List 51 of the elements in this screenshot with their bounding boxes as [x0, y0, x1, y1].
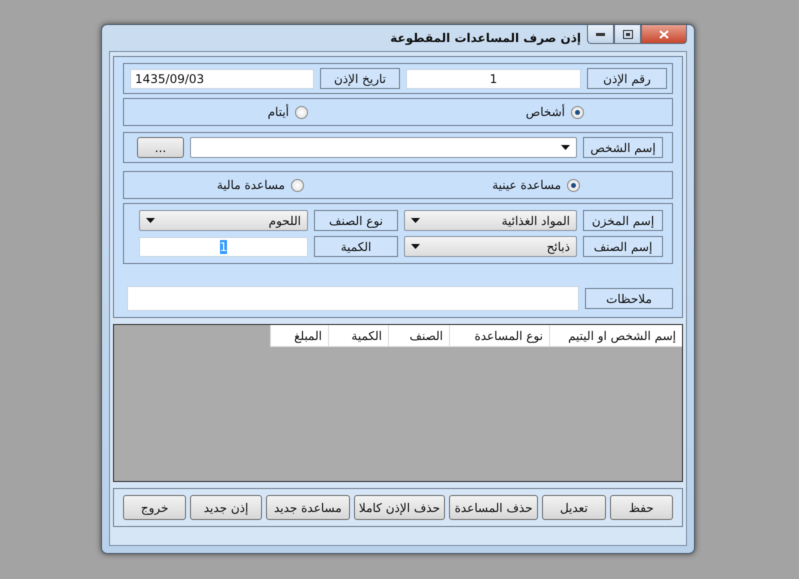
close-icon [659, 30, 669, 38]
close-button[interactable] [641, 25, 687, 44]
restore-icon [622, 30, 632, 38]
field-label: إسم الصنف [583, 236, 663, 257]
action-button[interactable]: حفظ [610, 495, 673, 520]
field-label: تاريخ الإذن [320, 68, 400, 89]
radio-button[interactable] [291, 178, 304, 192]
action-button[interactable]: إذن جديد [190, 495, 262, 520]
maximize-button[interactable] [614, 25, 641, 44]
field-label: رقم الإذن [587, 68, 667, 89]
radio-label: أشخاص [526, 105, 565, 119]
column-header[interactable]: نوع المساعدة [449, 325, 549, 346]
radio-option[interactable]: أيتام [208, 105, 308, 119]
field-label: إسم المخزن [583, 210, 663, 231]
column-header[interactable]: المبلغ [270, 325, 328, 346]
dropdown-caret-icon [411, 244, 420, 249]
permit-number-field[interactable]: 1 [406, 68, 581, 88]
radio-option[interactable]: مساعدة مالية [184, 178, 304, 192]
radio-option[interactable]: مساعدة عينية [310, 178, 580, 192]
field-label: إسم الشخص [583, 137, 663, 158]
action-button[interactable]: خروج [122, 495, 186, 520]
dropdown-caret-icon [561, 145, 570, 150]
radio-label: مساعدة عينية [492, 178, 561, 192]
dropdown-caret-icon [411, 218, 420, 223]
column-header[interactable]: إسم الشخص او اليتيم [549, 325, 682, 346]
item-type-dropdown[interactable]: اللحوم [139, 210, 308, 231]
action-button[interactable]: حذف المساعدة [449, 495, 538, 520]
minimize-button[interactable] [587, 25, 614, 44]
radio-button[interactable] [567, 178, 580, 192]
field-label: الكمية [314, 236, 398, 257]
notes-field[interactable] [127, 286, 579, 311]
minimize-icon [596, 32, 605, 36]
action-button[interactable]: مساعدة جديد [266, 495, 350, 520]
permit-date-field[interactable]: 1435/09/03 [130, 68, 314, 88]
radio-option[interactable]: أشخاص [314, 105, 584, 119]
window-title: إذن صرف المساعدات المقطوعة [390, 31, 581, 45]
column-header[interactable]: الصنف [388, 325, 449, 346]
dropdown-caret-icon [146, 218, 155, 223]
item-dropdown[interactable]: ذبائح [404, 236, 577, 257]
radio-button[interactable] [571, 106, 584, 118]
browse-button[interactable]: ... [137, 137, 184, 158]
column-header[interactable]: الكمية [328, 325, 388, 346]
radio-label: مساعدة مالية [216, 178, 285, 192]
radio-label: أيتام [268, 105, 289, 119]
radio-button[interactable] [295, 106, 308, 118]
action-button[interactable]: تعديل [542, 495, 606, 520]
field-label: ملاحظات [585, 288, 673, 309]
person-dropdown[interactable] [190, 137, 577, 158]
store-dropdown[interactable]: المواد الغذائية [404, 210, 577, 231]
action-button[interactable]: حذف الإذن كاملا [354, 495, 446, 520]
field-label: نوع الصنف [314, 210, 398, 231]
